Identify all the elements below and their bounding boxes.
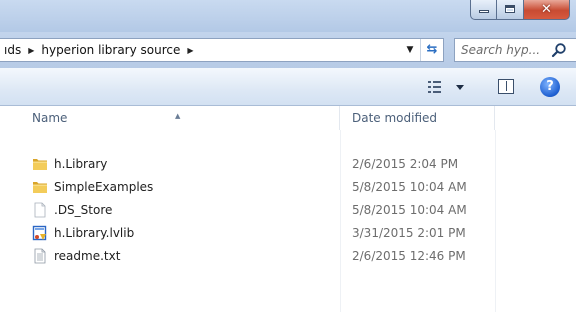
file-name: readme.txt — [54, 249, 121, 263]
file-list: Name ▲ Date modified h.Library 2/6/2015 … — [0, 106, 576, 312]
column-header-name-label: Name — [32, 111, 68, 125]
folder-icon — [33, 159, 47, 170]
address-bar[interactable]: ıds ▶ hyperion library source ▶ ▼ ⇆ — [0, 38, 444, 62]
file-date: 2/6/2015 2:04 PM — [352, 157, 459, 171]
text-file-icon — [34, 248, 46, 264]
file-name: .DS_Store — [54, 203, 113, 217]
refresh-icon[interactable]: ⇆ — [420, 39, 443, 61]
maximize-icon — [505, 5, 515, 13]
help-icon[interactable]: ? — [540, 77, 560, 97]
file-row[interactable]: .DS_Store 5/8/2015 10:04 AM — [0, 199, 576, 222]
breadcrumb-downloads[interactable]: ıds — [0, 43, 25, 57]
window-controls: ✕ — [470, 0, 570, 20]
preview-pane-icon[interactable] — [498, 79, 514, 94]
close-button[interactable]: ✕ — [524, 0, 570, 20]
breadcrumb-arrow-icon[interactable]: ▶ — [184, 46, 196, 55]
file-date: 5/8/2015 10:04 AM — [352, 203, 467, 217]
file-row[interactable]: h.Library.lvlib 3/31/2015 2:01 PM — [0, 222, 576, 245]
breadcrumb-arrow-icon[interactable]: ▶ — [25, 46, 37, 55]
file-name: SimpleExamples — [54, 180, 154, 194]
sort-ascending-icon: ▲ — [175, 112, 181, 120]
search-input[interactable] — [455, 43, 551, 57]
column-header-name[interactable]: Name ▲ — [0, 106, 340, 130]
search-icon[interactable] — [551, 42, 567, 58]
maximize-button[interactable] — [497, 0, 524, 20]
labview-library-icon — [32, 225, 47, 241]
search-box — [454, 38, 576, 62]
file-name: h.Library — [54, 157, 108, 171]
breadcrumb-hyperion-library-source[interactable]: hyperion library source — [37, 43, 184, 57]
file-row[interactable]: SimpleExamples 5/8/2015 10:04 AM — [0, 176, 576, 199]
file-date: 2/6/2015 12:46 PM — [352, 249, 466, 263]
address-dropdown-icon[interactable]: ▼ — [401, 39, 419, 61]
file-name: h.Library.lvlib — [54, 226, 135, 240]
file-rows: h.Library 2/6/2015 2:04 PM SimpleExample… — [0, 153, 576, 268]
title-bar: ✕ — [0, 0, 576, 32]
column-header-date-modified[interactable]: Date modified — [340, 106, 495, 130]
close-icon: ✕ — [541, 2, 552, 17]
command-bar: ? — [0, 68, 576, 106]
views-icon[interactable] — [428, 78, 472, 96]
minimize-button[interactable] — [470, 0, 497, 20]
file-icon — [34, 202, 46, 218]
folder-icon — [33, 182, 47, 193]
address-row: ıds ▶ hyperion library source ▶ ▼ ⇆ — [0, 32, 576, 68]
file-row[interactable]: h.Library 2/6/2015 2:04 PM — [0, 153, 576, 176]
file-date: 3/31/2015 2:01 PM — [352, 226, 466, 240]
minimize-icon — [479, 10, 489, 13]
column-header-date-label: Date modified — [352, 111, 438, 125]
file-date: 5/8/2015 10:04 AM — [352, 180, 467, 194]
file-row[interactable]: readme.txt 2/6/2015 12:46 PM — [0, 245, 576, 268]
